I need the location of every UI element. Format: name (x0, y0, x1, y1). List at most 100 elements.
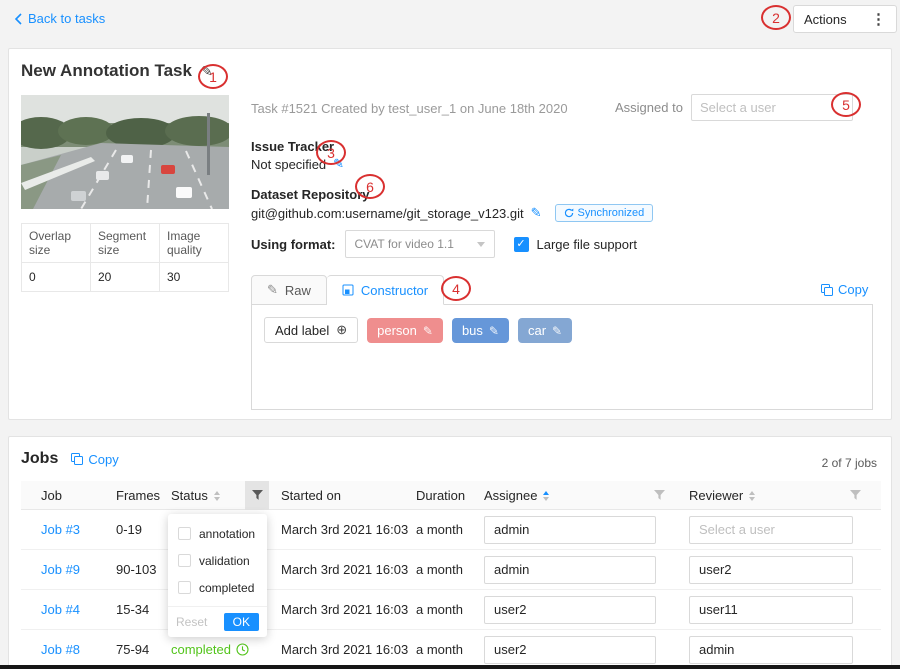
assignee-input[interactable] (484, 636, 656, 664)
edit-label-icon[interactable]: ✎ (489, 324, 499, 338)
started-cell: March 3rd 2021 16:03 (281, 642, 416, 657)
status-cell: completed (171, 642, 281, 657)
filter-option-validation[interactable]: validation (168, 547, 267, 574)
duration-cell: a month (416, 562, 484, 577)
sync-status-badge[interactable]: Synchronized (555, 204, 654, 222)
copy-icon (821, 284, 833, 296)
reviewer-input[interactable] (689, 636, 853, 664)
frames-cell: 15-34 (116, 602, 171, 617)
column-status: Status (171, 481, 281, 510)
dataset-repository-label: Dataset Repository (251, 187, 369, 202)
format-selected-value: CVAT for video 1.1 (355, 237, 454, 251)
back-to-tasks-link[interactable]: Back to tasks (14, 11, 105, 26)
task-meta: Task #1521 Created by test_user_1 on Jun… (251, 101, 568, 116)
copy-labels-button[interactable]: Copy (821, 282, 868, 297)
add-label-button[interactable]: Add label ⊕ (264, 317, 358, 343)
task-params-table: Overlap size Segment size Image quality … (21, 223, 229, 292)
column-frames: Frames (116, 488, 171, 503)
param-value-overlap: 0 (22, 263, 91, 292)
copy-icon (71, 453, 83, 465)
label-chip-person[interactable]: person ✎ (367, 318, 443, 343)
jobs-table: Job Frames Status Started on Duration As… (21, 481, 881, 669)
reviewer-input[interactable] (689, 516, 853, 544)
reviewer-input[interactable] (689, 556, 853, 584)
filter-option-annotation[interactable]: annotation (168, 520, 267, 547)
edit-repository-icon[interactable]: ✎ (531, 205, 542, 221)
callout-6: 6 (355, 174, 385, 199)
dataset-repository-url: git@github.com:username/git_storage_v123… (251, 206, 524, 221)
assignee-input[interactable] (484, 516, 656, 544)
label-chip-car[interactable]: car ✎ (518, 318, 572, 343)
table-row: Job #4 15-34 March 3rd 2021 16:03 a mont… (21, 590, 881, 630)
window-bottom-edge (0, 665, 900, 669)
actions-button[interactable]: Actions ⋮ (793, 5, 897, 33)
reviewer-input[interactable] (689, 596, 853, 624)
assignee-input[interactable] (484, 596, 656, 624)
cvat-task-page: Back to tasks Actions ⋮ New Annotation T… (0, 0, 900, 669)
filter-reset-button[interactable]: Reset (176, 615, 207, 629)
copy-jobs-button[interactable]: Copy (71, 452, 118, 467)
validation-checkbox[interactable] (178, 554, 191, 567)
callout-5: 5 (831, 92, 861, 117)
filter-option-completed[interactable]: completed (168, 574, 267, 601)
column-duration: Duration (416, 488, 484, 503)
param-value-segment: 20 (91, 263, 160, 292)
annotation-checkbox[interactable] (178, 527, 191, 540)
assigned-to-label: Assigned to (615, 100, 683, 115)
large-file-checkbox[interactable]: ✓ (514, 237, 529, 252)
callout-4: 4 (441, 276, 471, 301)
tab-constructor[interactable]: Constructor (327, 275, 444, 305)
status-filter-dropdown: annotation validation completed Reset OK (168, 514, 267, 637)
sync-icon (564, 208, 574, 218)
status-sort-icon[interactable] (214, 491, 220, 501)
sync-status-text: Synchronized (578, 207, 645, 219)
job-link[interactable]: Job #4 (41, 602, 80, 617)
duration-cell: a month (416, 522, 484, 537)
constructor-tab-icon (342, 284, 354, 296)
filter-ok-button[interactable]: OK (224, 613, 259, 631)
copy-labels-text: Copy (838, 282, 868, 297)
table-row: Job #9 90-103 March 3rd 2021 16:03 a mon… (21, 550, 881, 590)
assignee-sort-icon[interactable] (543, 491, 549, 501)
assignee-filter-icon[interactable] (647, 481, 671, 510)
table-row: Job #3 0-19 March 3rd 2021 16:03 a month (21, 510, 881, 550)
using-format-label: Using format: (251, 237, 336, 252)
label-chip-person-text: person (377, 323, 417, 338)
param-value-quality: 30 (160, 263, 229, 292)
started-cell: March 3rd 2021 16:03 (281, 562, 416, 577)
jobs-title: Jobs (21, 450, 58, 468)
reviewer-filter-icon[interactable] (843, 481, 867, 510)
back-chevron-icon (14, 13, 22, 25)
param-header: Image quality (160, 224, 229, 263)
column-job: Job (21, 488, 116, 503)
column-assignee: Assignee (484, 481, 689, 510)
assignee-input[interactable] (484, 556, 656, 584)
task-title: New Annotation Task (21, 61, 192, 81)
jobs-table-header: Job Frames Status Started on Duration As… (21, 481, 881, 510)
callout-3: 3 (316, 140, 346, 165)
jobs-card: Jobs Copy 2 of 7 jobs Job Frames Status (8, 436, 892, 669)
frames-cell: 75-94 (116, 642, 171, 657)
reviewer-sort-icon[interactable] (749, 491, 755, 501)
actions-label: Actions (804, 12, 847, 27)
completed-checkbox[interactable] (178, 581, 191, 594)
tab-raw[interactable]: ✎ Raw (251, 275, 327, 305)
edit-label-icon[interactable]: ✎ (552, 324, 562, 338)
started-cell: March 3rd 2021 16:03 (281, 522, 416, 537)
table-row: Job #8 75-94 completed March 3rd 2021 16… (21, 630, 881, 669)
task-assignee-input[interactable] (691, 94, 853, 121)
task-details-card: New Annotation Task ✎ Ov (8, 48, 892, 420)
label-chip-bus[interactable]: bus ✎ (452, 318, 509, 343)
job-link[interactable]: Job #8 (41, 642, 80, 657)
job-link[interactable]: Job #3 (41, 522, 80, 537)
plus-circle-icon: ⊕ (336, 322, 347, 338)
edit-label-icon[interactable]: ✎ (423, 324, 433, 338)
raw-tab-label: Raw (285, 283, 311, 298)
kebab-icon: ⋮ (871, 10, 886, 28)
param-header: Segment size (91, 224, 160, 263)
column-started-on: Started on (281, 488, 416, 503)
status-filter-icon[interactable] (245, 481, 269, 510)
format-select[interactable]: CVAT for video 1.1 (345, 230, 495, 258)
status-completed-text: completed (171, 642, 231, 657)
job-link[interactable]: Job #9 (41, 562, 80, 577)
